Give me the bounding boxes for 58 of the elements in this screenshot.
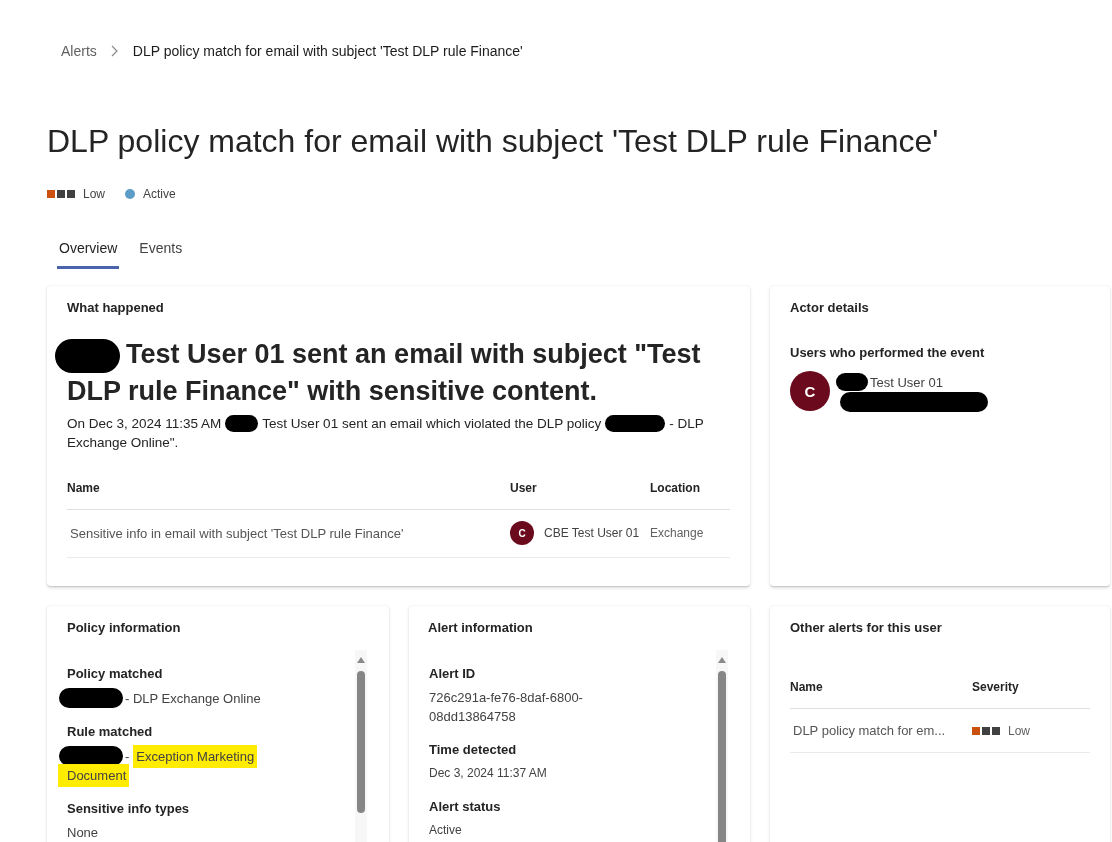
field-label: Alert status <box>429 798 502 815</box>
section-subheading: Users who performed the event <box>790 344 986 361</box>
card-heading: Actor details <box>790 299 870 316</box>
redaction-mark <box>59 688 123 708</box>
field-value: Dec 3, 2024 11:37 AM <box>429 765 548 782</box>
redaction-mark <box>59 746 123 766</box>
card-heading: Alert information <box>428 619 534 636</box>
chevron-right-icon <box>110 45 118 57</box>
field-label: Time detected <box>429 741 518 758</box>
summary-text: DLP rule Finance" with sensitive content. <box>67 375 597 406</box>
table-cell-text: Sensitive info in email with subject 'Test DLP rule Finance' <box>69 525 405 541</box>
column-header: Name <box>67 479 101 497</box>
column-header: User <box>510 479 538 497</box>
breadcrumb-link[interactable]: Alerts <box>61 42 97 60</box>
redaction-mark <box>605 414 666 432</box>
highlighted-text: Exception Marketing <box>133 745 258 768</box>
user-name: CBE Test User 01 <box>544 526 640 541</box>
description-text: - DLP <box>669 415 704 431</box>
scroll-up-icon[interactable] <box>718 657 726 663</box>
column-header: Location <box>650 479 701 497</box>
description-text: Exchange Online". <box>67 434 179 450</box>
card-heading: Other alerts for this user <box>790 619 943 636</box>
scrollbar[interactable] <box>355 650 367 842</box>
severity-label: Low <box>83 187 105 201</box>
user-avatar: C <box>790 371 830 411</box>
field-label: Rule matched <box>67 723 154 740</box>
table-cell-text: Exchange <box>650 526 705 541</box>
status-label: Active <box>143 187 176 201</box>
field-label: Sensitive info types <box>67 800 191 817</box>
description-text: On Dec 3, 2024 11:35 AM <box>67 415 222 431</box>
scrollbar-thumb[interactable] <box>718 671 726 842</box>
user-avatar: C <box>510 521 534 546</box>
field-value: Active <box>429 822 463 839</box>
field-value: None <box>67 825 99 840</box>
column-header: Name <box>790 679 824 696</box>
redaction-mark <box>225 414 259 432</box>
scrollbar[interactable] <box>716 650 728 842</box>
card-heading: Policy information <box>67 619 182 636</box>
scroll-up-icon[interactable] <box>357 657 365 663</box>
tab[interactable]: Overview <box>57 231 120 269</box>
table-cell-text: DLP policy match for em... <box>792 723 947 738</box>
field-value: 726c291a-fe76-8daf-6800-08dd13864758 <box>429 689 584 726</box>
breadcrumb-current: DLP policy match for email with subject 'Test DLP rule Finance' <box>132 42 523 60</box>
field-label: Policy matched <box>67 665 164 682</box>
scrollbar-thumb[interactable] <box>357 671 365 813</box>
user-name: Test User 01 <box>870 374 943 390</box>
field-value: - <box>125 749 130 764</box>
highlighted-text: Document <box>58 764 130 787</box>
field-label: Alert ID <box>429 665 477 682</box>
field-value: - DLP Exchange Online <box>125 691 261 706</box>
page-title: DLP policy match for email with subject 'Test DLP rule Finance' <box>47 122 940 161</box>
description-text: Test User 01 sent an email which violated the DLP policy <box>262 415 602 431</box>
summary-text: Test User 01 sent an email with subject "Test <box>126 339 701 369</box>
redaction-mark <box>55 338 120 373</box>
card-heading: What happened <box>67 299 165 316</box>
tab[interactable]: Events <box>137 231 185 269</box>
column-header: Severity <box>972 679 1020 696</box>
severity-label: Low <box>1008 723 1030 738</box>
